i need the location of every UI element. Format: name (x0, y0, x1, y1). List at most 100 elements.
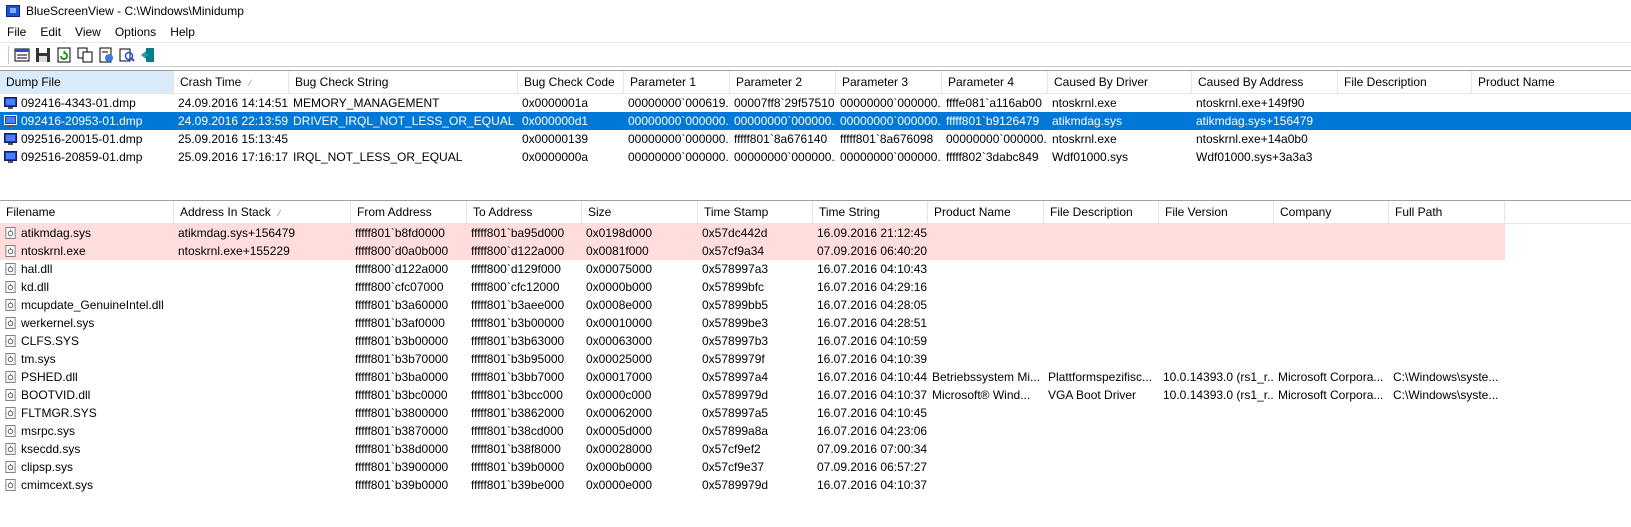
driver-cell: 16.07.2016 04:28:51 (813, 314, 928, 332)
column-header-parameter-4[interactable]: Parameter 4 (942, 71, 1048, 93)
save-icon[interactable] (34, 46, 52, 64)
driver-cell-text: 07.09.2016 06:57:27 (817, 460, 928, 474)
driver-cell-text: 0x5789979d (702, 388, 769, 402)
column-header-parameter-1[interactable]: Parameter 1 (624, 71, 730, 93)
driver-cell-text: tm.sys (21, 352, 56, 366)
column-header-file-version[interactable]: File Version (1159, 201, 1274, 223)
driver-row[interactable]: cmimcext.sys fffff801`b39b0000 fffff801`b3… (0, 476, 1631, 494)
driver-row[interactable]: mcupdate_GenuineIntel.dll fffff801`b3a600… (0, 296, 1631, 314)
column-header-file-description[interactable]: File Description (1044, 201, 1159, 223)
driver-row[interactable]: BOOTVID.dll fffff801`b3bc0000 fffff801`b3b… (0, 386, 1631, 404)
column-label: Crash Time (180, 75, 242, 89)
column-header-company[interactable]: Company (1274, 201, 1389, 223)
column-header-parameter-3[interactable]: Parameter 3 (836, 71, 942, 93)
driver-row[interactable]: PSHED.dll fffff801`b3ba0000 fffff801`b3bb7… (0, 368, 1631, 386)
toolbar (0, 43, 1631, 67)
driver-cell: Betriebssystem Mi... (928, 368, 1044, 386)
column-header-time-stamp[interactable]: Time Stamp (698, 201, 813, 223)
menu-edit[interactable]: Edit (33, 22, 68, 42)
find-icon[interactable] (118, 46, 136, 64)
refresh-icon[interactable] (55, 46, 73, 64)
driver-cell-text: 0x578997a5 (702, 406, 769, 420)
driver-cell: 0x0005d000 (582, 422, 698, 440)
driver-cell: fffff801`b3bb7000 (467, 368, 582, 386)
driver-cell: 0x0008e000 (582, 296, 698, 314)
driver-cell-text: kd.dll (21, 280, 50, 294)
sort-indicator-icon: ⁄ (278, 208, 281, 218)
driver-cell-text: 0x57899bfc (702, 280, 765, 294)
driver-cell (1389, 296, 1505, 314)
column-header-from-address[interactable]: From Address (351, 201, 467, 223)
column-header-dump-file[interactable]: Dump File (0, 71, 174, 93)
dump-row[interactable]: 092416-20953-01.dmp 24.09.2016 22:13:59 DR… (0, 112, 1631, 130)
driver-row[interactable]: hal.dll fffff800`d122a000 fffff800`d129f00… (0, 260, 1631, 278)
driver-cell: fffff801`b3b95000 (467, 350, 582, 368)
dump-cell-text: 092416-20953-01.dmp (21, 114, 143, 128)
column-header-size[interactable]: Size (582, 201, 698, 223)
column-header-filename[interactable]: Filename (0, 201, 174, 223)
menu-file[interactable]: File (0, 22, 33, 42)
driver-file-icon (5, 353, 16, 365)
html-report-icon[interactable] (97, 46, 115, 64)
driver-cell-text: 16.07.2016 04:28:51 (817, 316, 928, 330)
driver-row[interactable]: msrpc.sys fffff801`b3870000 fffff801`b38cd… (0, 422, 1631, 440)
column-header-address-in-stack[interactable]: Address In Stack ⁄ (174, 201, 351, 223)
column-header-bug-check-code[interactable]: Bug Check Code (518, 71, 624, 93)
column-header-to-address[interactable]: To Address (467, 201, 582, 223)
dump-cell-text: 00000000`000000... (734, 114, 836, 128)
driver-list[interactable]: Filename Address In Stack ⁄ From Address … (0, 200, 1631, 527)
driver-cell-text: 16.07.2016 04:10:39 (817, 352, 928, 366)
crash-dump-list[interactable]: Dump File Crash Time ⁄ Bug Check String B… (0, 70, 1631, 197)
driver-cell (1389, 224, 1505, 242)
driver-row[interactable]: CLFS.SYS fffff801`b3b00000 fffff801`b3b630… (0, 332, 1631, 350)
menu-options[interactable]: Options (108, 22, 163, 42)
driver-cell-text: fffff801`b38f8000 (471, 442, 561, 456)
dump-cell: 00000000`000000... (730, 112, 836, 130)
dump-cell (1472, 148, 1631, 166)
column-header-parameter-2[interactable]: Parameter 2 (730, 71, 836, 93)
column-header-full-path[interactable]: Full Path (1389, 201, 1505, 223)
driver-row[interactable]: FLTMGR.SYS fffff801`b3800000 fffff801`b386… (0, 404, 1631, 422)
dump-row[interactable]: 092516-20015-01.dmp 25.09.2016 15:13:45 0x… (0, 130, 1631, 148)
driver-cell (1389, 278, 1505, 296)
column-header-caused-by-address[interactable]: Caused By Address (1192, 71, 1338, 93)
driver-file-icon (5, 299, 16, 311)
driver-cell: fffff801`b3aee000 (467, 296, 582, 314)
exit-icon[interactable] (139, 46, 157, 64)
column-header-bug-check-string[interactable]: Bug Check String (289, 71, 518, 93)
column-header-crash-time[interactable]: Crash Time ⁄ (174, 71, 289, 93)
driver-cell (1274, 440, 1389, 458)
menu-view[interactable]: View (68, 22, 108, 42)
driver-row[interactable]: clipsp.sys fffff801`b3900000 fffff801`b39b… (0, 458, 1631, 476)
driver-row[interactable]: ntoskrnl.exe ntoskrnl.exe+155229 fffff800`… (0, 242, 1505, 260)
driver-row[interactable]: werkernel.sys fffff801`b3af0000 fffff801`b… (0, 314, 1631, 332)
driver-row[interactable]: atikmdag.sys atikmdag.sys+156479 fffff801`… (0, 224, 1505, 242)
column-header-product-name[interactable]: Product Name (928, 201, 1044, 223)
properties-icon[interactable] (13, 46, 31, 64)
driver-cell (174, 422, 351, 440)
column-header-product-name[interactable]: Product Name (1472, 71, 1631, 93)
driver-cell-text: fffff801`b3bc0000 (355, 388, 448, 402)
dump-row[interactable]: 092416-4343-01.dmp 24.09.2016 14:14:51 MEM… (0, 94, 1631, 112)
dump-cell-text: 00000000`000000... (628, 150, 730, 164)
driver-row[interactable]: ksecdd.sys fffff801`b38d0000 fffff801`b38f… (0, 440, 1631, 458)
driver-cell (1389, 350, 1505, 368)
driver-cell (174, 386, 351, 404)
bluescreenview-app-icon (6, 5, 20, 17)
dump-row[interactable]: 092516-20859-01.dmp 25.09.2016 17:16:17 IR… (0, 148, 1631, 166)
driver-row[interactable]: tm.sys fffff801`b3b70000 fffff801`b3b95000… (0, 350, 1631, 368)
copy-icon[interactable] (76, 46, 94, 64)
driver-cell: fffff801`b3800000 (351, 404, 467, 422)
menu-help[interactable]: Help (163, 22, 202, 42)
driver-cell: C:\Windows\syste... (1389, 386, 1505, 404)
dump-cell: 00000000`000000... (730, 148, 836, 166)
driver-row[interactable]: kd.dll fffff800`cfc07000 fffff800`cfc12000… (0, 278, 1631, 296)
driver-cell: 07.09.2016 06:40:20 (813, 242, 928, 260)
dump-cell-text: IRQL_NOT_LESS_OR_EQUAL (293, 150, 463, 164)
column-header-time-string[interactable]: Time String (813, 201, 928, 223)
column-header-file-description[interactable]: File Description (1338, 71, 1472, 93)
column-label: From Address (357, 205, 432, 219)
driver-cell (1389, 440, 1505, 458)
column-header-caused-by-driver[interactable]: Caused By Driver (1048, 71, 1192, 93)
driver-cell (174, 332, 351, 350)
